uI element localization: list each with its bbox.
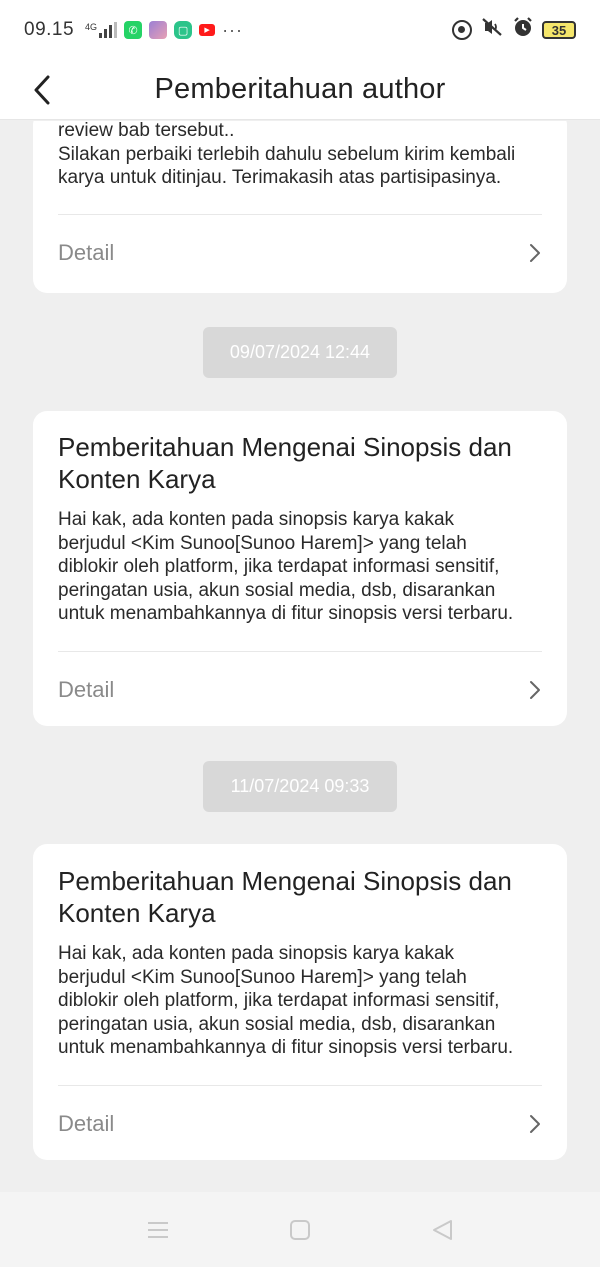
card-body-line: berjudul <Kim Sunoo[Sunoo Harem]> yang t… [58,532,467,554]
signal-icon: 4G [85,22,118,38]
app-avatar-icon [149,21,168,39]
chevron-left-icon [34,75,50,105]
detail-label: Detail [58,676,115,702]
notification-list[interactable]: review bab tersebut.. Silakan perbaiki t… [0,121,600,1192]
page-title: Pemberitahuan author [154,73,446,105]
status-right: 35 [452,16,576,44]
alarm-icon [512,16,534,44]
detail-label: Detail [58,239,115,265]
mute-icon [480,16,504,44]
network-type: 4G [85,22,98,32]
chat-icon: ▢ [174,21,193,39]
detail-row[interactable]: Detail [33,215,567,291]
card-body-line: berjudul <Kim Sunoo[Sunoo Harem]> yang t… [58,966,467,988]
chevron-right-icon [530,680,540,699]
signal-bars [99,22,118,38]
chevron-right-icon [530,1114,540,1133]
back-triangle-icon[interactable] [428,1216,456,1244]
battery-icon: 35 [542,21,576,39]
card-body-line: Hai kak, ada konten pada sinopsis karya … [58,509,455,530]
card-body-line: karya untuk ditinjau. Terimakasih atas p… [58,167,502,188]
home-icon[interactable] [286,1216,314,1244]
status-left: 09.15 4G ✆ ▢ ▶ ··· [24,19,243,41]
detail-row[interactable]: Detail [33,1086,567,1162]
timestamp-badge: 11/07/2024 09:33 [203,761,397,812]
card-body-line: peringatan usia, akun sosial media, dsb,… [58,579,496,601]
status-time: 09.15 [24,19,75,40]
chevron-right-icon [530,243,540,262]
card-title-line: Pemberitahuan Mengenai Sinopsis dan [58,866,512,896]
card-content: Pemberitahuan Mengenai Sinopsis dan Kont… [33,844,567,1060]
card-body-line: diblokir oleh platform, jika terdapat in… [58,556,500,577]
menu-icon[interactable] [144,1216,172,1244]
card-body: review bab tersebut.. Silakan perbaiki t… [33,121,567,190]
card-title-line: Pemberitahuan Mengenai Sinopsis dan [58,432,512,462]
card-body-line: review bab tersebut.. [58,121,235,141]
status-bar: 09.15 4G ✆ ▢ ▶ ··· 35 [0,0,600,60]
card-body-line: untuk menambahkannya di fitur sinopsis v… [58,603,514,624]
card-content: Pemberitahuan Mengenai Sinopsis dan Kont… [33,411,567,626]
header-bar: Pemberitahuan author [0,60,600,120]
notification-card: Pemberitahuan Mengenai Sinopsis dan Kont… [33,411,567,726]
youtube-icon: ▶ [199,24,216,36]
focus-icon [452,20,472,40]
detail-label: Detail [58,1110,115,1136]
detail-row[interactable]: Detail [33,652,567,728]
card-body-line: Silakan perbaiki terlebih dahulu sebelum… [58,143,516,165]
card-title-line: Konten Karya [58,898,216,928]
notification-card: review bab tersebut.. Silakan perbaiki t… [33,121,567,293]
card-body-line: Hai kak, ada konten pada sinopsis karya … [58,943,455,964]
timestamp-badge: 09/07/2024 12:44 [203,327,397,378]
system-nav-bar [0,1192,600,1267]
card-title-line: Konten Karya [58,464,216,494]
notification-card: Pemberitahuan Mengenai Sinopsis dan Kont… [33,844,567,1160]
card-body-line: diblokir oleh platform, jika terdapat in… [58,990,500,1011]
card-body-line: peringatan usia, akun sosial media, dsb,… [58,1013,496,1035]
more-dots-icon: ··· [222,19,244,40]
whatsapp-icon: ✆ [124,21,143,39]
card-body-line: untuk menambahkannya di fitur sinopsis v… [58,1037,514,1058]
back-button[interactable] [24,70,60,110]
